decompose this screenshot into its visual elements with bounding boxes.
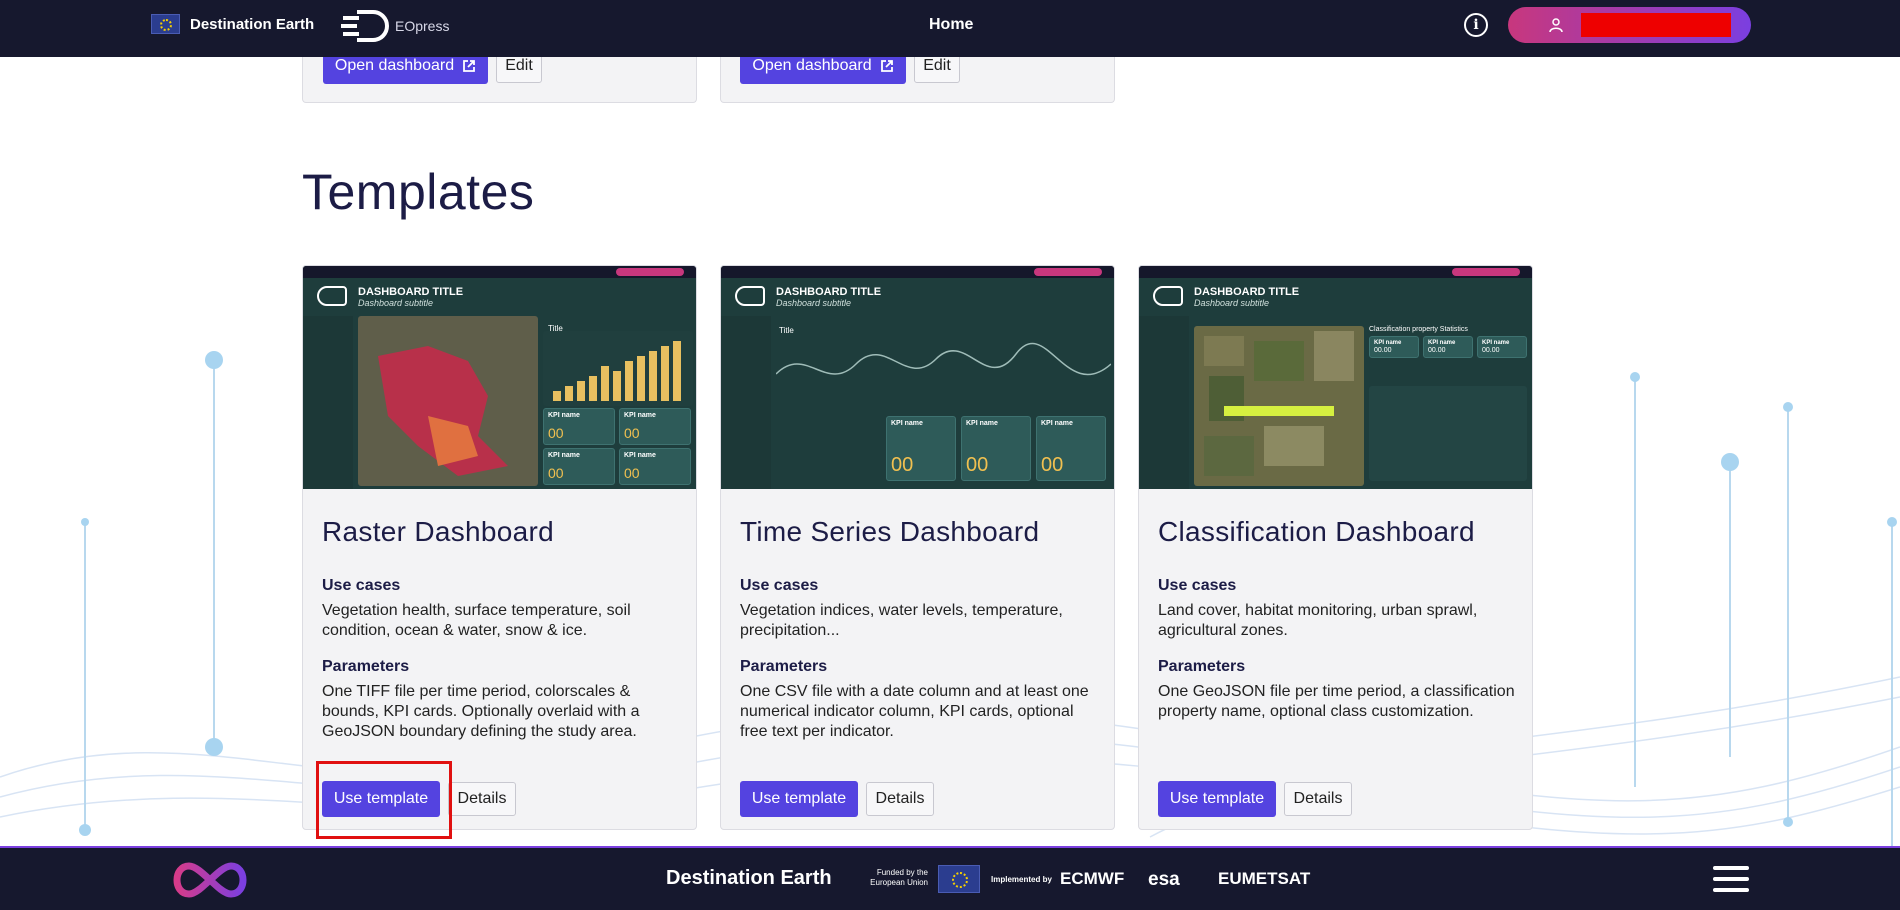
kpi-value: 00 <box>891 454 914 476</box>
eu-flag-icon <box>151 14 180 34</box>
kpi-label: KPI name <box>548 452 580 459</box>
thumbnail-subtitle: Dashboard subtitle <box>1194 298 1270 308</box>
user-icon <box>1549 18 1563 33</box>
footer: Destination Earth Funded by the European… <box>0 846 1900 910</box>
open-dashboard-label: Open dashboard <box>334 57 455 74</box>
details-button[interactable]: Details <box>866 782 934 816</box>
kpi-label: KPI name <box>624 412 656 419</box>
thumbnail-subtitle: Dashboard subtitle <box>776 298 852 308</box>
parameters-label: Parameters <box>740 658 828 675</box>
thumbnail-title: DASHBOARD TITLE <box>776 286 882 298</box>
kpi-label: KPI name <box>1428 340 1456 346</box>
kpi-value: 00.00 <box>1374 347 1392 354</box>
kpi-value: 00 <box>624 465 640 481</box>
use-template-button[interactable]: Use template <box>740 781 858 817</box>
template-thumbnail: DASHBOARD TITLE Dashboard subtitle Title… <box>721 266 1114 489</box>
kpi-value: 00 <box>1041 454 1064 476</box>
parameters-label: Parameters <box>322 658 410 675</box>
thumbnail-logo-icon <box>735 286 765 306</box>
parameters-text: One GeoJSON file per time period, a clas… <box>1158 683 1515 720</box>
funded-by-text: Funded by the European Union <box>870 868 928 887</box>
footer-brand: Destination Earth <box>666 867 832 889</box>
external-link-icon <box>463 60 475 72</box>
raster-map-icon <box>378 346 508 476</box>
kpi-value: 00 <box>548 425 564 441</box>
use-template-button[interactable]: Use template <box>1158 781 1276 817</box>
eopress-logo[interactable]: EOpress <box>337 8 449 44</box>
infinity-logo-icon[interactable] <box>167 858 253 902</box>
kpi-value: 00.00 <box>1482 347 1500 354</box>
kpi-value: 00.00 <box>1428 347 1446 354</box>
parameters-text: One CSV file with a date column and at l… <box>740 683 1089 740</box>
kpi-value: 00 <box>624 425 640 441</box>
thumbnail-title: DASHBOARD TITLE <box>1194 286 1300 298</box>
template-card-raster: DASHBOARD TITLE Dashboard subtitle Title… <box>302 265 697 830</box>
external-link-icon <box>880 60 893 72</box>
use-cases-text: Vegetation health, surface temperature, … <box>322 602 631 639</box>
esa-logo[interactable]: esa <box>1148 869 1180 891</box>
thumbnail-logo-icon <box>1153 286 1183 306</box>
eumetsat-logo[interactable]: EUMETSAT <box>1218 869 1310 889</box>
implemented-by-text: Implemented by <box>991 875 1052 884</box>
kpi-label: KPI name <box>548 412 580 419</box>
satellite-map-icon <box>1204 331 1354 476</box>
ecmwf-logo[interactable]: ECMWF <box>1060 869 1124 889</box>
kpi-value: 00 <box>966 454 989 476</box>
nav-home-link[interactable]: Home <box>929 16 973 34</box>
brand-name: Destination Earth <box>190 15 315 33</box>
thumbnail-chart-title: Title <box>548 324 563 333</box>
kpi-value: 00 <box>548 465 564 481</box>
kpi-label: KPI name <box>1482 340 1510 346</box>
thumbnail-subtitle: Dashboard subtitle <box>358 298 434 308</box>
eu-flag-icon <box>938 865 980 893</box>
kpi-label: KPI name <box>1374 340 1402 346</box>
thumbnail-chart-title: Classification property Statistics <box>1369 326 1468 333</box>
open-dashboard-label: Open dashboard <box>752 57 872 74</box>
use-cases-text: Vegetation indices, water levels, temper… <box>740 602 1063 639</box>
template-title: Raster Dashboard <box>322 516 555 547</box>
product-name: EOpress <box>395 18 450 34</box>
details-button[interactable]: Details <box>1284 782 1352 816</box>
kpi-label: KPI name <box>624 452 656 459</box>
menu-icon[interactable] <box>1713 866 1749 892</box>
highlight-annotation <box>316 761 452 839</box>
bar-chart-icon <box>553 341 681 401</box>
template-title: Time Series Dashboard <box>740 516 1040 547</box>
use-cases-label: Use cases <box>1158 577 1237 594</box>
parameters-label: Parameters <box>1158 658 1246 675</box>
top-navbar: Destination Earth EOpress Home i <box>0 0 1900 57</box>
template-title: Classification Dashboard <box>1158 516 1475 547</box>
kpi-label: KPI name <box>966 420 998 427</box>
thumbnail-logo-icon <box>317 286 347 306</box>
line-chart-icon <box>776 342 1111 376</box>
use-cases-label: Use cases <box>740 577 819 594</box>
template-card-classification: DASHBOARD TITLE Dashboard subtitle Class… <box>1138 265 1533 830</box>
use-cases-label: Use cases <box>322 577 401 594</box>
eopress-mark-icon <box>341 10 389 42</box>
kpi-label: KPI name <box>891 420 923 427</box>
use-cases-text: Land cover, habitat monitoring, urban sp… <box>1158 602 1478 639</box>
kpi-label: KPI name <box>1041 420 1073 427</box>
parameters-text: One TIFF file per time period, colorscal… <box>322 683 640 740</box>
info-icon[interactable]: i <box>1464 13 1488 37</box>
user-menu-button[interactable] <box>1508 7 1751 43</box>
template-thumbnail: DASHBOARD TITLE Dashboard subtitle Class… <box>1139 266 1532 489</box>
details-button[interactable]: Details <box>448 782 516 816</box>
destination-earth-logo[interactable]: Destination Earth <box>151 14 314 34</box>
section-title: Templates <box>302 164 535 220</box>
thumbnail-title: DASHBOARD TITLE <box>358 286 464 298</box>
template-thumbnail: DASHBOARD TITLE Dashboard subtitle Title… <box>303 266 696 489</box>
redacted-username <box>1581 13 1731 37</box>
template-card-time-series: DASHBOARD TITLE Dashboard subtitle Title… <box>720 265 1115 830</box>
